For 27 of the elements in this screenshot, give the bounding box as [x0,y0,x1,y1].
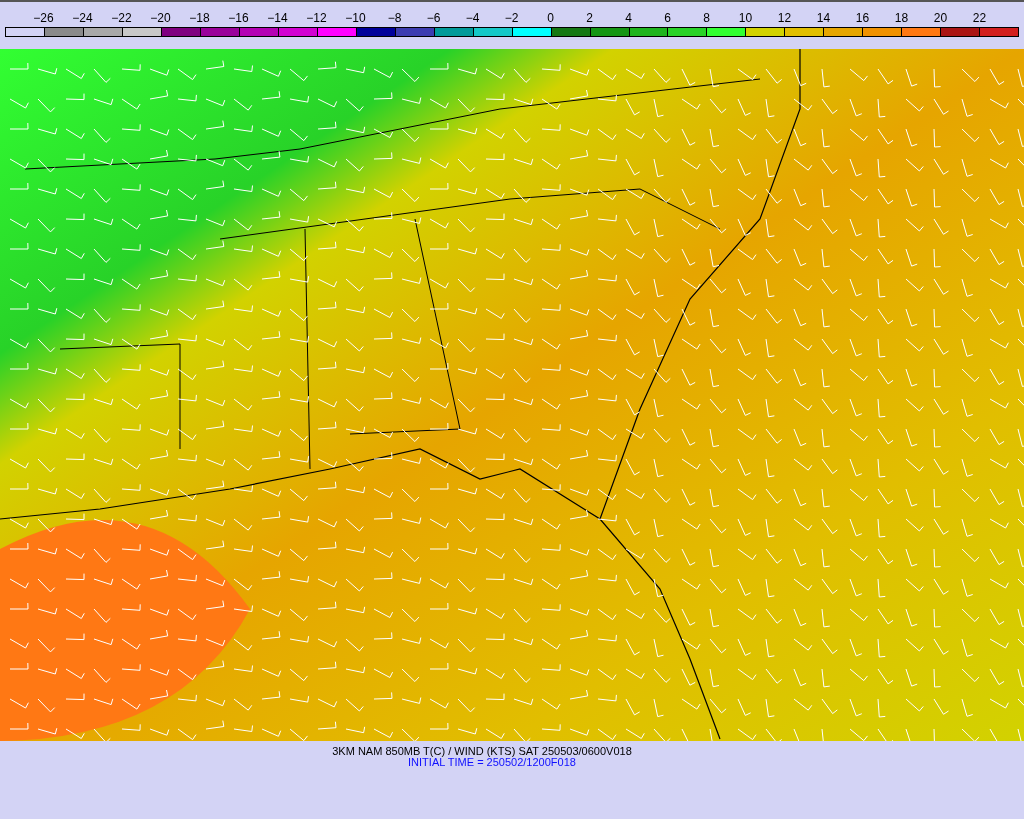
legend-label: −20 [149,12,172,24]
legend-label: −26 [32,12,55,24]
legend-label: −12 [305,12,328,24]
legend-label: −8 [386,12,403,24]
legend-label: 0 [546,12,555,24]
legend-label: −24 [71,12,94,24]
initial-time: INITIAL TIME = 250502/1200F018 [408,757,576,768]
legend-label: −10 [344,12,367,24]
map-title: 3KM NAM 850MB T(C) / WIND (KTS) SAT 250503/0600V018 [332,746,632,757]
legend-label: 8 [702,12,711,24]
legend-label: 20 [932,12,949,24]
legend-label: 16 [854,12,871,24]
legend-label: −18 [188,12,211,24]
legend-label: −16 [227,12,250,24]
legend-label: −14 [266,12,289,24]
legend-label: −22 [110,12,133,24]
legend-label: 2 [585,12,594,24]
legend-label: 14 [815,12,832,24]
legend-label: 6 [663,12,672,24]
legend-label: −2 [503,12,520,24]
legend-label: 22 [971,12,988,24]
legend-label: 12 [776,12,793,24]
legend-label: −4 [464,12,481,24]
legend-label: 4 [624,12,633,24]
legend-label: 10 [737,12,754,24]
legend-label: 18 [893,12,910,24]
legend-label: −6 [425,12,442,24]
